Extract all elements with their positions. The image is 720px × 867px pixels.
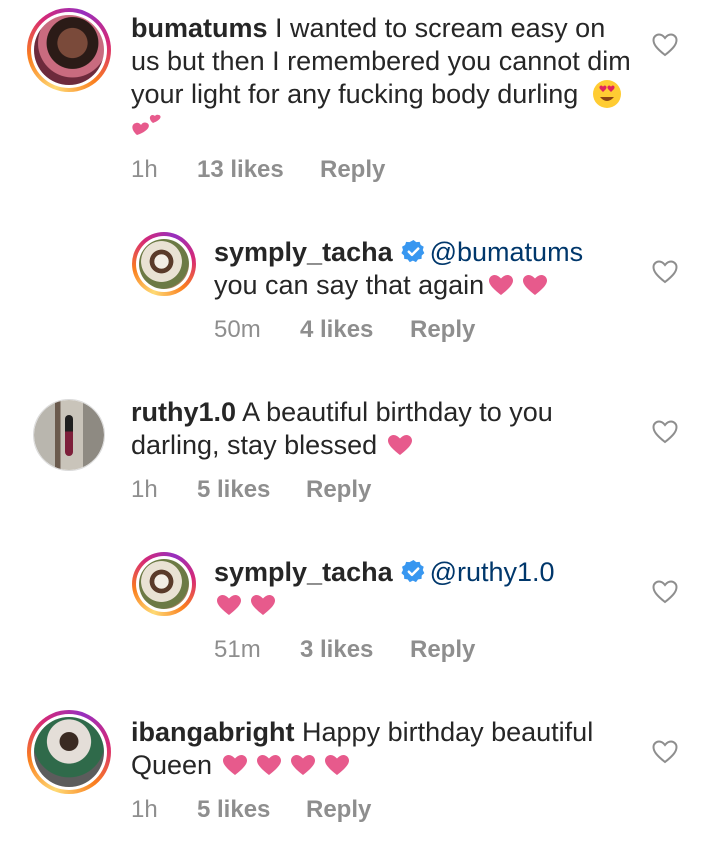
comment-ibangabright: ibangabright Happy birthday beautiful Qu… bbox=[0, 700, 720, 867]
heart-icon bbox=[217, 595, 241, 615]
comment-body: ruthy1.0 A beautiful birthday to you dar… bbox=[131, 396, 611, 462]
avatar[interactable] bbox=[132, 552, 196, 616]
comment-body: symply_tacha @bumatums you can say that … bbox=[214, 236, 634, 302]
heart-outline-icon[interactable] bbox=[652, 580, 678, 604]
heart-outline-icon[interactable] bbox=[652, 260, 678, 284]
verified-badge-icon bbox=[401, 240, 424, 263]
heart-icon bbox=[251, 595, 275, 615]
comment-likes[interactable]: 13 likes bbox=[197, 156, 320, 184]
heart-icon bbox=[325, 755, 350, 775]
heart-icon bbox=[489, 275, 514, 295]
avatar[interactable] bbox=[27, 710, 111, 794]
comment-likes[interactable]: 5 likes bbox=[197, 796, 306, 824]
comment-username[interactable]: ruthy1.0 bbox=[131, 397, 236, 427]
comment-username[interactable]: bumatums bbox=[131, 13, 268, 43]
comment-meta: 1h 5 likes Reply bbox=[131, 796, 371, 824]
heart-icon bbox=[257, 755, 282, 775]
heart-icon bbox=[223, 755, 248, 775]
comment-bumatums: bumatums I wanted to scream easy on us b… bbox=[0, 0, 720, 200]
two-hearts-icon bbox=[132, 114, 161, 135]
comment-time: 1h bbox=[131, 156, 158, 183]
comment-likes[interactable]: 3 likes bbox=[300, 636, 410, 664]
comment-time: 1h bbox=[131, 476, 158, 503]
heart-icon bbox=[291, 755, 316, 775]
smiling-face-with-heart-eyes-icon bbox=[592, 80, 621, 108]
reply-button[interactable]: Reply bbox=[410, 316, 475, 344]
comment-time: 1h bbox=[131, 796, 158, 823]
comment-body: symply_tacha @ruthy1.0 bbox=[214, 556, 634, 622]
comment-ruthy: ruthy1.0 A beautiful birthday to you dar… bbox=[0, 380, 720, 520]
comment-meta: 50m 4 likes Reply bbox=[214, 316, 475, 344]
avatar[interactable] bbox=[27, 8, 111, 92]
reply-button[interactable]: Reply bbox=[320, 156, 385, 184]
comment-meta: 1h 5 likes Reply bbox=[131, 476, 371, 504]
comment-username[interactable]: ibangabright bbox=[131, 717, 295, 747]
comment-body: bumatums I wanted to scream easy on us b… bbox=[131, 12, 631, 145]
heart-outline-icon[interactable] bbox=[652, 420, 678, 444]
reply-button[interactable]: Reply bbox=[306, 476, 371, 504]
comment-meta: 51m 3 likes Reply bbox=[214, 636, 475, 664]
avatar[interactable] bbox=[132, 232, 196, 296]
comment-body: ibangabright Happy birthday beautiful Qu… bbox=[131, 716, 611, 782]
comment-likes[interactable]: 4 likes bbox=[300, 316, 410, 344]
mention-link[interactable]: @ruthy1.0 bbox=[430, 557, 555, 587]
avatar[interactable] bbox=[33, 399, 105, 471]
heart-outline-icon[interactable] bbox=[652, 33, 678, 57]
reply-symply-tacha-1: symply_tacha @bumatums you can say that … bbox=[0, 220, 720, 360]
comment-time: 51m bbox=[214, 636, 261, 663]
comment-likes[interactable]: 5 likes bbox=[197, 476, 306, 504]
reply-button[interactable]: Reply bbox=[306, 796, 371, 824]
heart-icon bbox=[388, 435, 413, 455]
comment-username[interactable]: symply_tacha bbox=[214, 237, 393, 267]
comment-time: 50m bbox=[214, 316, 261, 343]
verified-badge-icon bbox=[401, 560, 424, 583]
reply-symply-tacha-2: symply_tacha @ruthy1.0 51m 3 likes Reply bbox=[0, 540, 720, 680]
comment-meta: 1h 13 likes Reply bbox=[131, 156, 385, 184]
reply-button[interactable]: Reply bbox=[410, 636, 475, 664]
comment-text: you can say that again bbox=[214, 270, 485, 300]
heart-icon bbox=[523, 275, 548, 295]
mention-link[interactable]: @bumatums bbox=[430, 237, 583, 267]
comment-username[interactable]: symply_tacha bbox=[214, 557, 393, 587]
heart-outline-icon[interactable] bbox=[652, 740, 678, 764]
